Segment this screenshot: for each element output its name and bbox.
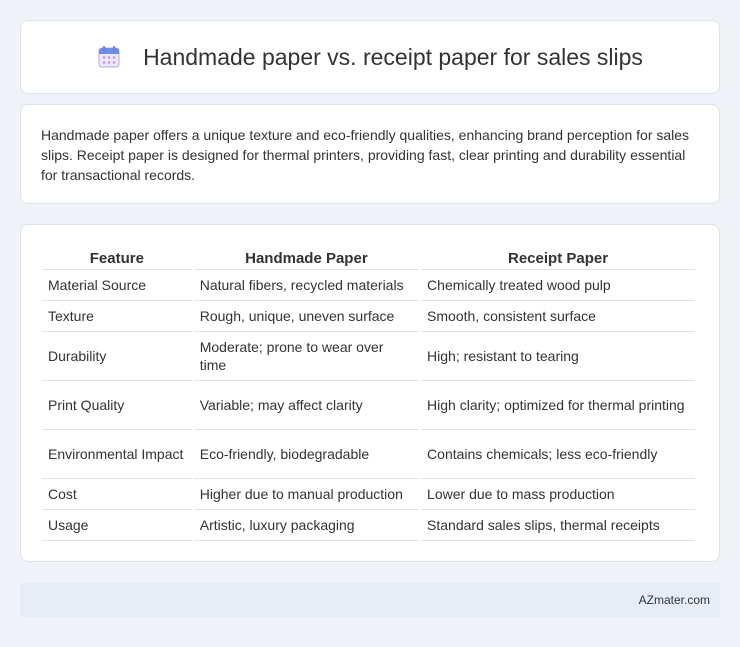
table-header-row: Feature Handmade Paper Receipt Paper xyxy=(42,245,695,270)
calendar-icon xyxy=(97,45,121,69)
receipt-cell: High clarity; optimized for thermal prin… xyxy=(421,381,695,430)
table-row: Durability Moderate; prone to wear over … xyxy=(42,332,695,381)
handmade-cell: Eco-friendly, biodegradable xyxy=(193,430,420,479)
intro-text: Handmade paper offers a unique texture a… xyxy=(41,127,690,183)
footer-bar: AZmater.com xyxy=(20,583,720,617)
footer-site-link[interactable]: AZmater.com xyxy=(639,593,710,607)
receipt-cell: Standard sales slips, thermal receipts xyxy=(421,510,695,541)
receipt-cell: Contains chemicals; less eco-friendly xyxy=(421,430,695,479)
feature-cell: Usage xyxy=(42,510,192,541)
intro-card: Handmade paper offers a unique texture a… xyxy=(20,104,720,204)
header-feature: Feature xyxy=(42,245,192,270)
title-card: Handmade paper vs. receipt paper for sal… xyxy=(20,20,720,94)
table-row: Environmental Impact Eco-friendly, biode… xyxy=(42,430,695,479)
feature-cell: Environmental Impact xyxy=(42,430,192,479)
table-row: Cost Higher due to manual production Low… xyxy=(42,479,695,510)
receipt-cell: Chemically treated wood pulp xyxy=(421,270,695,301)
header-handmade-paper: Handmade Paper xyxy=(193,245,420,270)
header-receipt-paper: Receipt Paper xyxy=(421,245,695,270)
feature-cell: Durability xyxy=(42,332,192,381)
handmade-cell: Natural fibers, recycled materials xyxy=(193,270,420,301)
comparison-table-card: Feature Handmade Paper Receipt Paper Mat… xyxy=(20,224,720,562)
feature-cell: Print Quality xyxy=(42,381,192,430)
receipt-cell: Lower due to mass production xyxy=(421,479,695,510)
receipt-cell: Smooth, consistent surface xyxy=(421,301,695,332)
receipt-cell: High; resistant to tearing xyxy=(421,332,695,381)
table-row: Usage Artistic, luxury packaging Standar… xyxy=(42,510,695,541)
table-row: Print Quality Variable; may affect clari… xyxy=(42,381,695,430)
handmade-cell: Moderate; prone to wear over time xyxy=(193,332,420,381)
handmade-cell: Rough, unique, uneven surface xyxy=(193,301,420,332)
handmade-cell: Variable; may affect clarity xyxy=(193,381,420,430)
handmade-cell: Artistic, luxury packaging xyxy=(193,510,420,541)
page-title: Handmade paper vs. receipt paper for sal… xyxy=(143,43,643,70)
table-row: Texture Rough, unique, uneven surface Sm… xyxy=(42,301,695,332)
feature-cell: Material Source xyxy=(42,270,192,301)
table-row: Material Source Natural fibers, recycled… xyxy=(42,270,695,301)
feature-cell: Cost xyxy=(42,479,192,510)
handmade-cell: Higher due to manual production xyxy=(193,479,420,510)
comparison-table: Feature Handmade Paper Receipt Paper Mat… xyxy=(40,245,697,541)
feature-cell: Texture xyxy=(42,301,192,332)
